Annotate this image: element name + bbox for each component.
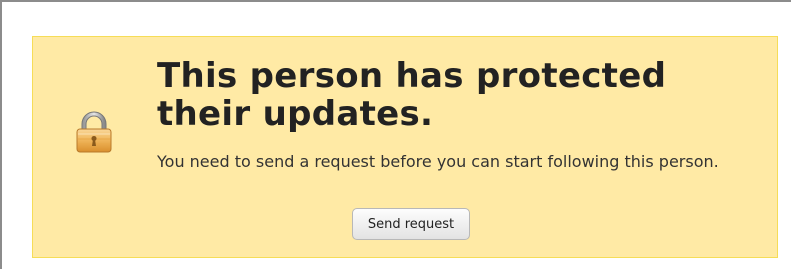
lock-icon [75,111,113,153]
page-frame: This person has protected their updates.… [0,0,791,269]
notice-heading: This person has protected their updates. [157,56,667,134]
protected-notice: This person has protected their updates.… [32,36,778,258]
send-request-button[interactable]: Send request [352,208,470,240]
notice-message: You need to send a request before you ca… [157,152,719,171]
